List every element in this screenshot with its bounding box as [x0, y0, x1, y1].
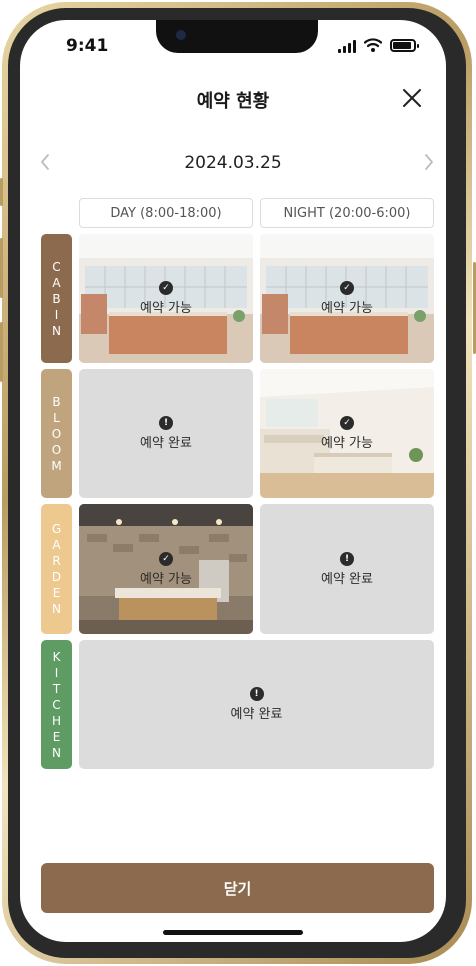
side-button — [0, 322, 3, 382]
room-label-kitchen: KITCHEN — [41, 640, 72, 769]
room-label-letter: T — [52, 681, 61, 696]
room-label-letter: A — [52, 275, 61, 290]
side-button — [0, 238, 3, 298]
close-icon[interactable] — [400, 86, 424, 110]
room-label-letter: L — [53, 410, 60, 425]
room-label-letter: O — [51, 442, 62, 457]
slot-garden-night[interactable]: ! 예약 완료 — [260, 504, 434, 634]
check-circle-icon: ✓ — [340, 416, 354, 430]
room-label-letter: A — [52, 538, 61, 552]
slot-status-text: 예약 가능 — [321, 436, 373, 451]
exclamation-circle-icon: ! — [159, 416, 173, 430]
slot-status: ✓ 예약 가능 — [260, 369, 434, 498]
room-label-letter: E — [52, 729, 61, 744]
room-label-letter: G — [51, 522, 62, 536]
chevron-right-icon[interactable] — [422, 152, 436, 172]
exclamation-circle-icon: ! — [249, 687, 264, 701]
slot-status-text: 예약 완료 — [321, 571, 373, 587]
slot-cabin-night[interactable]: ✓ 예약 가능 — [260, 234, 434, 363]
slot-status: ! 예약 완료 — [260, 504, 434, 634]
room-label-letter: N — [52, 745, 61, 760]
room-label-letter: N — [52, 602, 61, 616]
room-label-letter: I — [54, 307, 59, 322]
camera-dot — [176, 30, 186, 40]
room-label-letter: M — [51, 458, 62, 473]
check-circle-icon: ✓ — [159, 551, 173, 566]
slot-status-text: 예약 가능 — [140, 571, 192, 587]
room-label-letter: H — [51, 713, 62, 728]
room-label-letter: D — [51, 570, 62, 584]
wifi-icon — [364, 38, 382, 52]
notch — [156, 20, 318, 53]
room-label-letter: E — [52, 586, 61, 600]
room-label-letter: B — [52, 291, 61, 306]
slot-garden-day[interactable]: ✓ 예약 가능 — [79, 504, 253, 634]
close-button[interactable]: 닫기 — [41, 863, 434, 913]
current-date: 2024.03.25 — [184, 153, 282, 173]
slot-status: ! 예약 완료 — [79, 640, 434, 769]
exclamation-circle-icon: ! — [340, 551, 354, 566]
status-time: 9:41 — [66, 36, 109, 56]
room-label-letter: R — [52, 554, 61, 568]
page-title: 예약 현황 — [196, 91, 270, 112]
slot-cabin-day[interactable]: ✓ 예약 가능 — [79, 234, 253, 363]
slot-status: ✓ 예약 가능 — [79, 234, 253, 363]
cellular-signal-icon — [338, 40, 358, 53]
slot-status: ! 예약 완료 — [79, 369, 253, 498]
room-label-bloom: BLOOM — [41, 369, 72, 498]
battery-icon — [390, 39, 419, 52]
room-label-cabin: CABIN — [41, 234, 72, 363]
room-label-letter: C — [52, 259, 61, 274]
room-label-letter: N — [52, 323, 61, 338]
room-label-letter: I — [54, 665, 59, 680]
phone-screen: 9:41 예약 현황 2024.03.25 DAY (8:00-18:00) N… — [20, 20, 446, 942]
slot-status-text: 예약 가능 — [140, 301, 192, 316]
check-circle-icon: ✓ — [159, 281, 173, 295]
check-circle-icon: ✓ — [340, 281, 354, 295]
slot-status-text: 예약 완료 — [230, 707, 283, 722]
room-label-letter: C — [52, 697, 61, 712]
column-header-day: DAY (8:00-18:00) — [79, 198, 253, 228]
room-label-letter: B — [52, 394, 61, 409]
slot-status: ✓ 예약 가능 — [260, 234, 434, 363]
home-indicator — [163, 930, 303, 935]
room-label-letter: K — [52, 649, 61, 664]
side-button — [0, 178, 3, 206]
column-header-night: NIGHT (20:00-6:00) — [260, 198, 434, 228]
slot-bloom-night[interactable]: ✓ 예약 가능 — [260, 369, 434, 498]
slot-bloom-day[interactable]: ! 예약 완료 — [79, 369, 253, 498]
room-label-garden: GARDEN — [41, 504, 72, 634]
slot-status-text: 예약 가능 — [321, 301, 373, 316]
slot-status-text: 예약 완료 — [140, 436, 192, 451]
room-label-letter: O — [51, 426, 62, 441]
slot-kitchen-all[interactable]: ! 예약 완료 — [79, 640, 434, 769]
slot-status: ✓ 예약 가능 — [79, 504, 253, 634]
